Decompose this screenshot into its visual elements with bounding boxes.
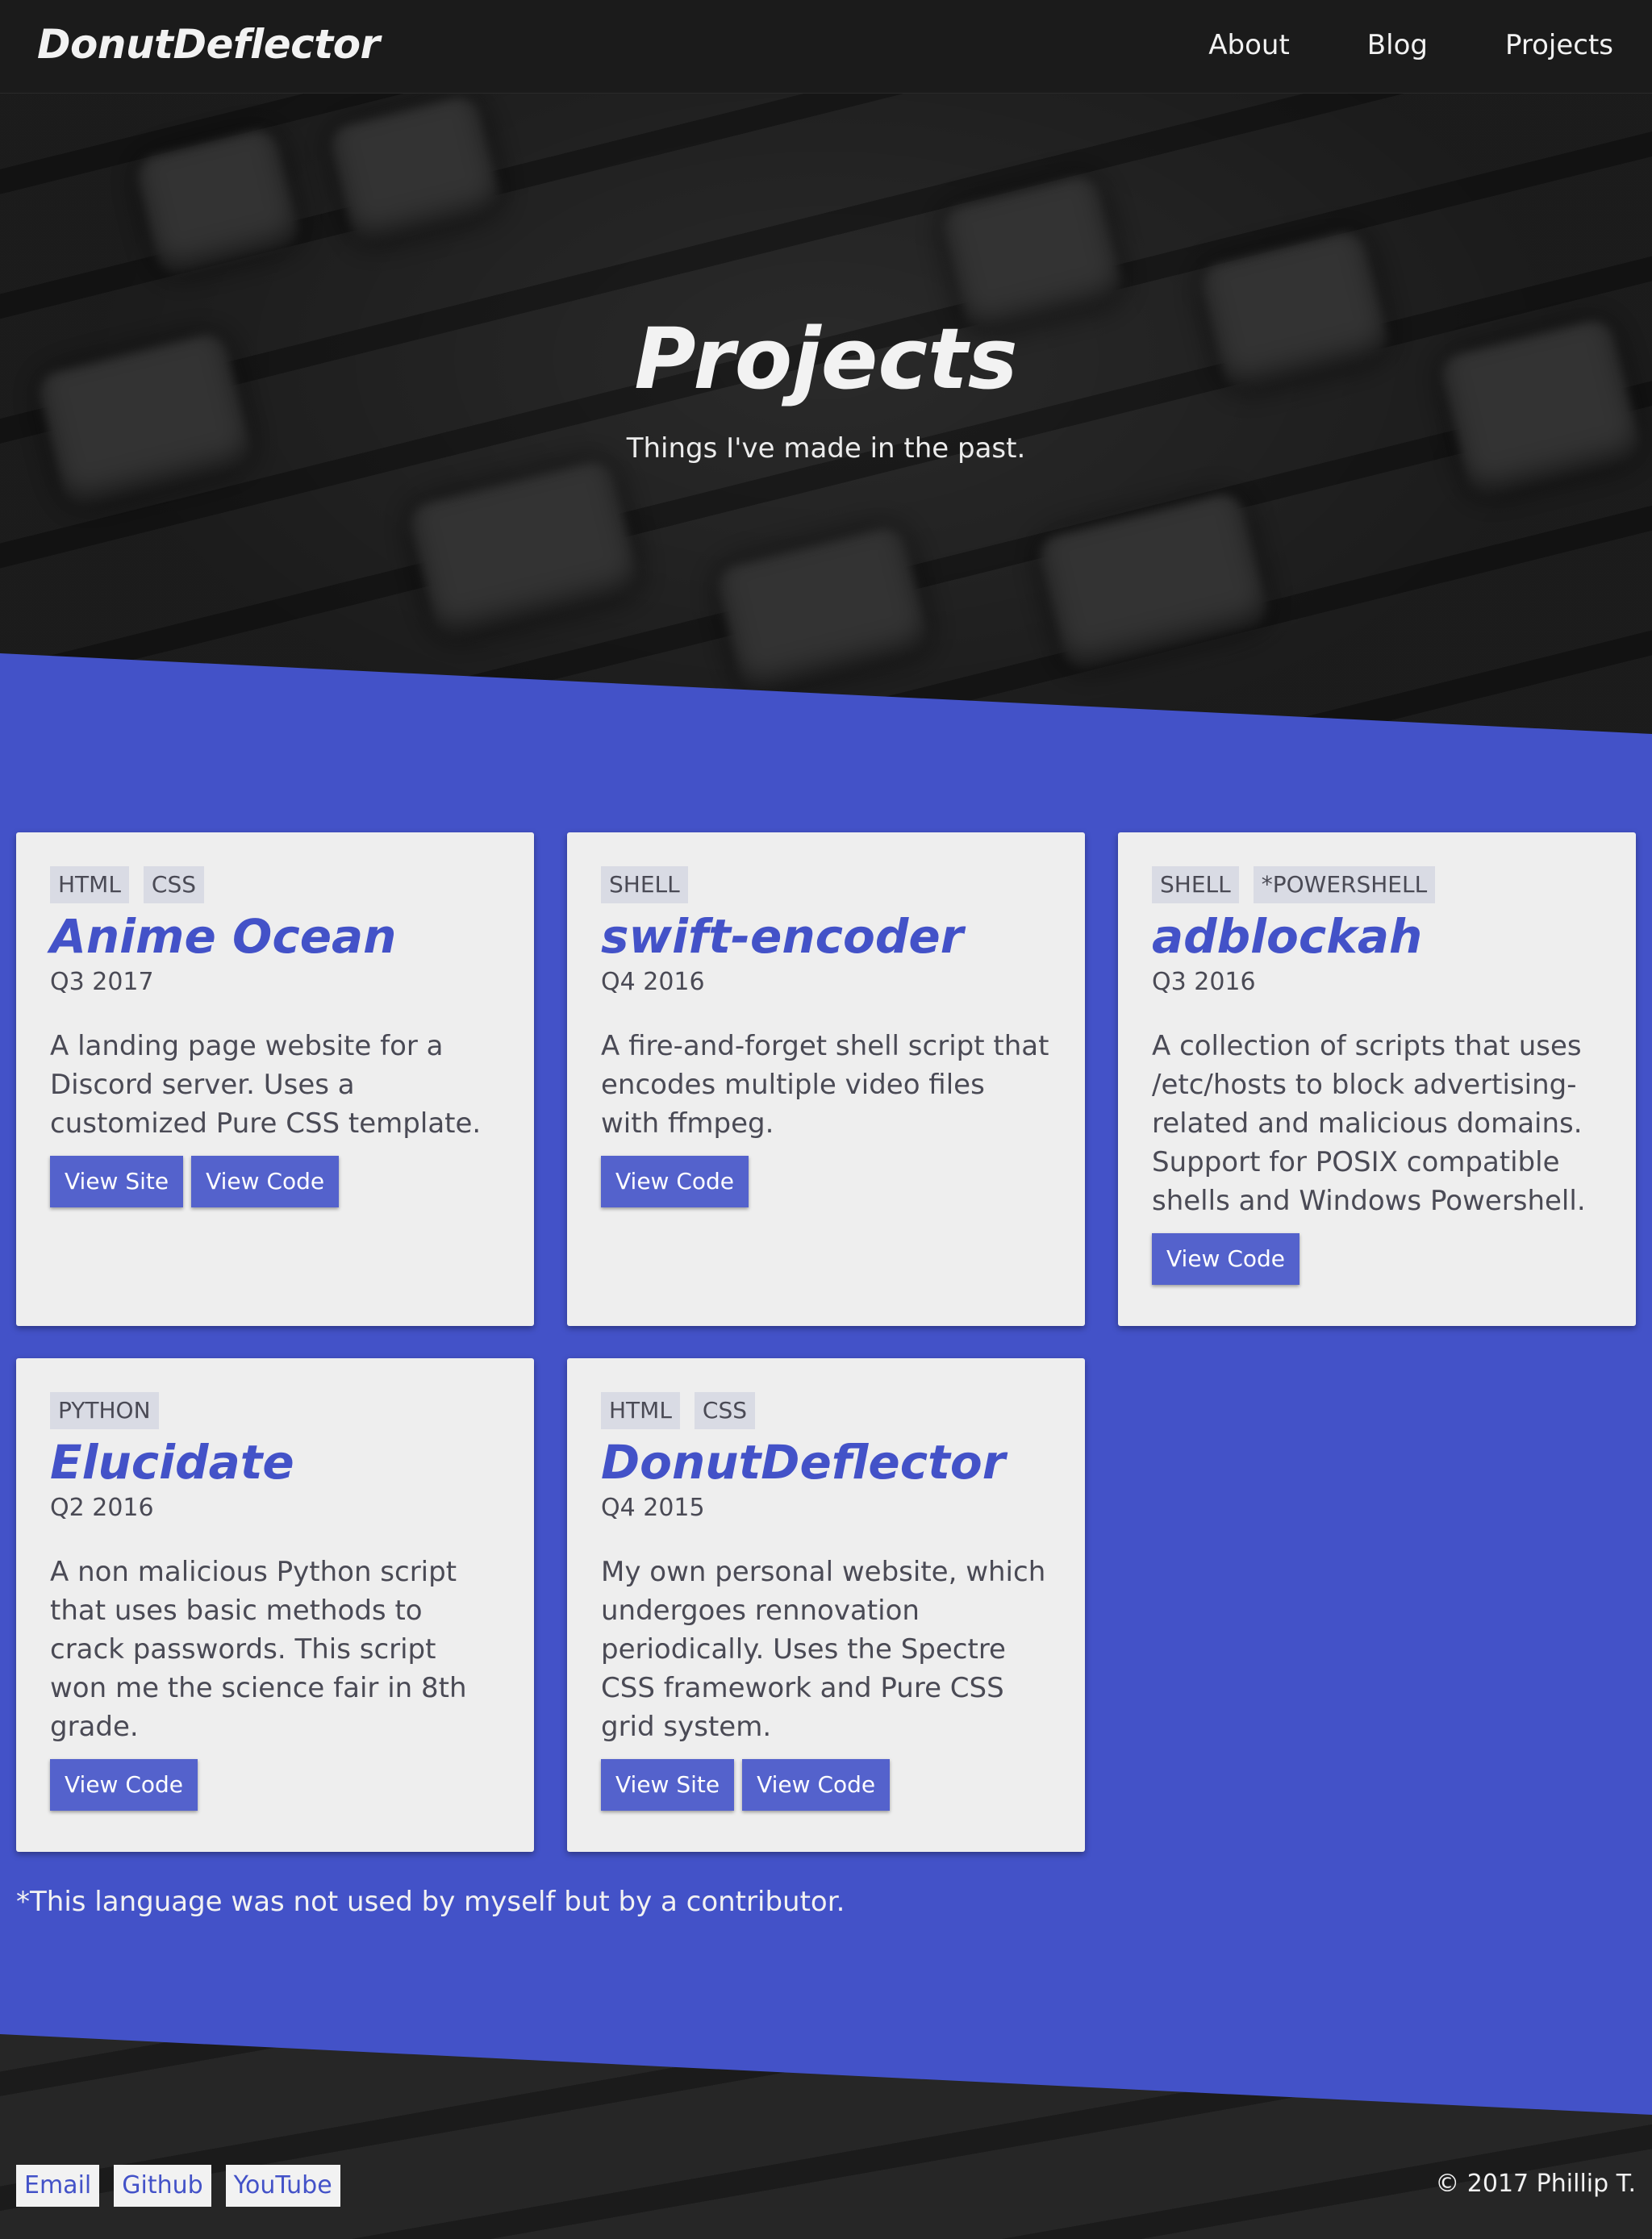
project-date: Q3 2017 [50, 968, 154, 996]
project-title: swift-encoder [601, 909, 964, 964]
page-title: Projects [634, 310, 1018, 408]
view-code-button[interactable]: View Code [742, 1759, 891, 1811]
footer-link-email[interactable]: Email [16, 2165, 100, 2207]
keyboard-key-decoration [326, 94, 505, 248]
tag: HTML [50, 866, 129, 903]
tag-list: SHELL [601, 866, 1051, 903]
tag-list: HTML CSS [601, 1392, 1051, 1429]
project-title: adblockah [1152, 909, 1423, 964]
keyboard-key-decoration [713, 523, 932, 696]
project-date: Q4 2015 [601, 1494, 705, 1522]
keyboard-key-decoration [1035, 490, 1272, 673]
tag-list: PYTHON [50, 1392, 500, 1429]
view-code-button[interactable]: View Code [50, 1759, 198, 1811]
copyright: © 2017 Phillip T. [1435, 2170, 1636, 2198]
nav-link-projects[interactable]: Projects [1505, 29, 1613, 61]
project-title: Elucidate [50, 1435, 294, 1490]
footer-links: Email Github YouTube [16, 2165, 340, 2207]
button-group: View Code [50, 1759, 500, 1811]
project-description: A landing page website for a Discord ser… [50, 1030, 482, 1140]
project-card: PYTHON Elucidate Q2 2016 A non malicious… [16, 1358, 534, 1852]
button-group: View Site View Code [50, 1156, 500, 1207]
view-code-button[interactable]: View Code [191, 1156, 340, 1207]
tag: PYTHON [50, 1392, 159, 1429]
project-card: HTML CSS DonutDeflector Q4 2015 My own p… [567, 1358, 1085, 1852]
button-group: View Code [601, 1156, 1051, 1207]
project-card: SHELL *POWERSHELL adblockah Q3 2016 A co… [1118, 832, 1636, 1326]
tag: CSS [143, 866, 205, 903]
tag-list: SHELL *POWERSHELL [1152, 866, 1602, 903]
button-group: View Code [1152, 1233, 1602, 1285]
nav-links: About Blog Projects [1208, 29, 1613, 61]
tag: *POWERSHELL [1253, 866, 1436, 903]
project-description: My own personal website, which undergoes… [601, 1556, 1046, 1743]
project-date: Q3 2016 [1152, 968, 1256, 996]
navbar: DonutDeflector About Blog Projects [0, 0, 1652, 94]
view-code-button[interactable]: View Code [601, 1156, 749, 1207]
project-description: A non malicious Python script that uses … [50, 1556, 467, 1743]
project-date: Q4 2016 [601, 968, 705, 996]
view-site-button[interactable]: View Site [601, 1759, 735, 1811]
footer-link-github[interactable]: Github [114, 2165, 211, 2207]
project-description: A fire-and-forget shell script that enco… [601, 1030, 1049, 1140]
button-group: View Site View Code [601, 1759, 1051, 1811]
project-date: Q2 2016 [50, 1494, 154, 1522]
project-title: Anime Ocean [50, 909, 397, 964]
view-code-button[interactable]: View Code [1152, 1233, 1300, 1285]
footer-link-youtube[interactable]: YouTube [225, 2165, 340, 2207]
nav-link-about[interactable]: About [1208, 29, 1290, 61]
page-subtitle: Things I've made in the past. [626, 432, 1026, 465]
project-title: DonutDeflector [601, 1435, 1006, 1490]
tag-list: HTML CSS [50, 866, 500, 903]
tag: SHELL [601, 866, 688, 903]
project-card: HTML CSS Anime Ocean Q3 2017 A landing p… [16, 832, 534, 1326]
tag: SHELL [1152, 866, 1239, 903]
hero-banner: Projects Things I've made in the past. [0, 94, 1652, 755]
keyboard-key-decoration [406, 457, 643, 641]
tag: CSS [694, 1392, 756, 1429]
brand-logo[interactable]: DonutDeflector [37, 21, 380, 68]
keyboard-key-decoration [132, 126, 303, 279]
footnote: *This language was not used by myself bu… [16, 1886, 845, 1918]
project-description: A collection of scripts that uses /etc/h… [1152, 1030, 1586, 1217]
nav-link-blog[interactable]: Blog [1367, 29, 1428, 61]
project-card: SHELL swift-encoder Q4 2016 A fire-and-f… [567, 832, 1085, 1326]
view-site-button[interactable]: View Site [50, 1156, 184, 1207]
tag: HTML [601, 1392, 680, 1429]
